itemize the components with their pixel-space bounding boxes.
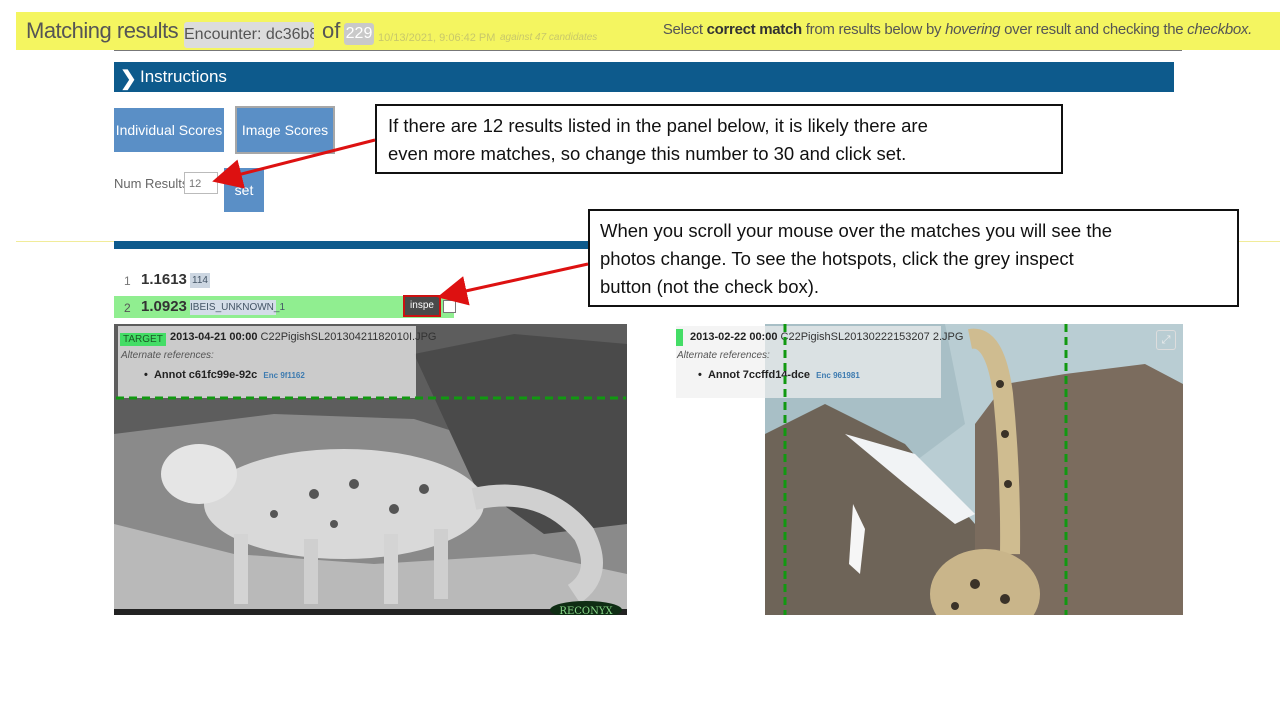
arrow-to-inspect xyxy=(437,262,589,306)
annotation-overlay xyxy=(116,138,1068,615)
arrow-to-num-results xyxy=(212,138,376,189)
